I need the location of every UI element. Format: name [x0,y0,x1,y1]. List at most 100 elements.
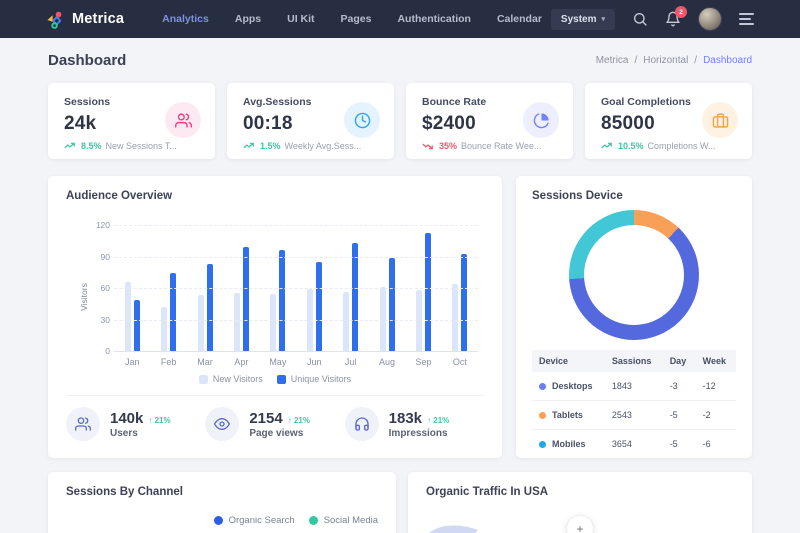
new-visitors-bar [343,292,349,352]
x-axis-label: Sep [405,357,441,367]
cell-day: -5 [663,401,696,430]
new-visitors-bar [198,295,204,352]
nav-item-apps[interactable]: Apps [235,13,261,25]
legend-social-media: Social Media [309,515,378,526]
search-button[interactable] [632,11,648,27]
new-visitors-bar [234,293,240,352]
legend-unique-visitors: Unique Visitors [277,374,351,384]
stat-note: New Sessions T... [106,141,177,151]
y-axis-tick: 120 [90,220,110,230]
tablets-dot-icon [539,412,546,419]
cell-sessions: 1843 [605,372,663,401]
breadcrumb-separator: / [634,55,637,66]
metrica-logo-icon [46,10,65,29]
unique-visitors-bar [243,247,249,352]
grid-line [114,320,478,321]
x-axis-label: Apr [223,357,259,367]
cell-sessions: 3654 [605,430,663,459]
cell-week: -6 [696,430,736,459]
stat-footnote: 1.5% Weekly Avg.Sess... [243,141,378,151]
organic-traffic-usa-title: Organic Traffic In USA [426,486,734,498]
stat-percent: 35% [439,141,457,151]
menu-toggle-button[interactable] [739,13,754,25]
brand-logo[interactable]: Metrica [46,10,124,29]
audience-stat-users: 140k ↑ 21% Users [66,407,205,441]
x-axis-label: Jul [332,357,368,367]
stat-card-bounce-rate: Bounce Rate $2400 35% Bounce Rate Wee... [406,83,573,159]
x-axis-label: Jan [114,357,150,367]
stat-delta: ↑ 21% [427,416,449,425]
stat-label: Impressions [389,428,450,439]
system-dropdown[interactable]: System ▾ [551,9,615,30]
usa-map-fragment [422,518,482,533]
brand-name: Metrica [72,11,124,27]
search-icon [632,11,648,27]
bottom-row: Sessions By Channel Organic Search Socia… [48,472,752,533]
organic-traffic-usa-card: Organic Traffic In USA + [408,472,752,533]
y-axis-tick: 60 [90,283,110,293]
pie-chart-icon [523,102,559,138]
unique-visitors-bar [389,258,395,353]
breadcrumb-metrica[interactable]: Metrica [596,55,629,66]
bar-group [369,226,405,352]
breadcrumb: Metrica / Horizontal / Dashboard [596,55,752,66]
stat-label: Page views [249,428,310,439]
nav-item-authentication[interactable]: Authentication [397,13,471,25]
x-axis-label: Feb [150,357,186,367]
x-axis-label: Mar [187,357,223,367]
sessions-device-donut-chart [569,210,699,340]
cell-week: -2 [696,401,736,430]
main-nav: Analytics Apps UI Kit Pages Authenticati… [162,13,542,25]
stat-value: 183k [389,410,422,427]
trend-up-icon [64,142,77,150]
y-axis-tick: 0 [90,346,110,356]
stat-note: Bounce Rate Wee... [461,141,541,151]
new-visitors-bar [307,289,313,352]
nav-item-ui-kit[interactable]: UI Kit [287,13,314,25]
sessions-device-card: Sessions Device Device Sassions Day Week… [516,176,752,458]
y-axis-tick: 90 [90,252,110,262]
stat-note: Completions W... [648,141,716,151]
bar-plot-area: 0306090120 [114,226,478,352]
user-avatar[interactable] [698,7,722,31]
stat-card-goal-completions: Goal Completions 85000 10.5% Completions… [585,83,752,159]
grid-line [114,225,478,226]
new-visitors-bar [452,284,458,352]
stat-footnote: 10.5% Completions W... [601,141,736,151]
map-zoom-in-button[interactable]: + [567,516,593,533]
unique-visitors-bar [352,243,358,352]
legend-label: Social Media [324,515,378,526]
nav-item-calendar[interactable]: Calendar [497,13,542,25]
legend-organic-search: Organic Search [214,515,295,526]
stat-delta: ↑ 21% [148,416,170,425]
notification-badge: 2 [675,6,687,18]
headphones-icon [345,407,379,441]
legend-label: Unique Visitors [291,374,351,384]
chart-legend: New Visitors Unique Visitors [66,374,484,384]
cell-day: -5 [663,430,696,459]
arrow-up-icon: ↑ [427,416,431,425]
y-axis-label: Visitors [79,283,89,311]
nav-item-analytics[interactable]: Analytics [162,13,209,25]
chevron-down-icon: ▾ [601,15,605,23]
grid-line [114,257,478,258]
unique-visitors-bar [316,262,322,352]
breadcrumb-horizontal[interactable]: Horizontal [643,55,688,66]
stat-delta-value: 21% [155,416,171,425]
stat-value: 140k [110,410,143,427]
stat-note: Weekly Avg.Sess... [285,141,362,151]
column-header: Sassions [605,350,663,372]
eye-icon [205,407,239,441]
mobiles-dot-icon [539,441,546,448]
new-visitors-bar [125,282,131,352]
new-visitors-bar [270,294,276,352]
y-axis-tick: 30 [90,315,110,325]
stat-percent: 10.5% [618,141,644,151]
organic-search-dot-icon [214,516,223,525]
x-axis-label: Oct [442,357,478,367]
notifications-button[interactable]: 2 [665,11,681,27]
legend-swatch [277,375,286,384]
users-icon [165,102,201,138]
audience-overview-card: Audience Overview Visitors 0306090120 Ja… [48,176,502,458]
nav-item-pages[interactable]: Pages [341,13,372,25]
